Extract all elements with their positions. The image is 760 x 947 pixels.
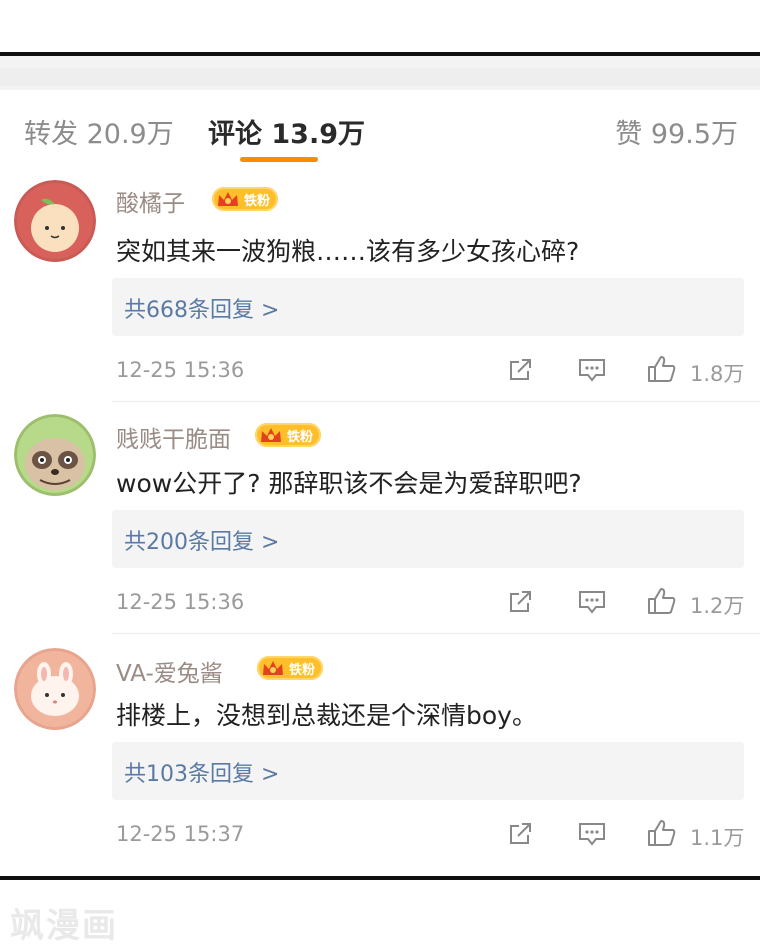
comment-icon[interactable] bbox=[577, 820, 607, 848]
fan-badge: 铁粉 bbox=[255, 423, 321, 447]
header-gray-band bbox=[0, 56, 760, 90]
comment-text: 突如其来一波狗粮……该有多少女孩心碎? bbox=[116, 237, 580, 266]
badge-label: 铁粉 bbox=[289, 663, 316, 678]
comment-item: 贱贱干脆面 铁粉 wow公开了? 那辞职该不会是为爱辞职吧? 共200条回复 >… bbox=[0, 402, 760, 634]
like-icon[interactable] bbox=[646, 354, 678, 384]
comment-time: 12-25 15:36 bbox=[116, 590, 245, 614]
badge-label: 铁粉 bbox=[244, 194, 271, 209]
username[interactable]: VA-爱兔酱 bbox=[116, 654, 223, 688]
crown-icon bbox=[263, 661, 283, 675]
comment-item: VA-爱兔酱 铁粉 排楼上，没想到总裁还是个深情boy。 共103条回复 > 1… bbox=[0, 634, 760, 866]
badge-label: 铁粉 bbox=[287, 430, 314, 445]
replies-label: 共200条回复 > bbox=[124, 530, 280, 555]
replies-link[interactable]: 共668条回复 > bbox=[112, 278, 744, 336]
tab-forward[interactable]: 转发 20.9万 bbox=[24, 112, 174, 151]
raccoon-avatar[interactable] bbox=[14, 414, 96, 496]
comment-icon[interactable] bbox=[577, 356, 607, 384]
panel-top-margin bbox=[0, 0, 760, 52]
share-icon[interactable] bbox=[506, 588, 534, 616]
comment-time: 12-25 15:36 bbox=[116, 358, 245, 382]
fan-badge: 铁粉 bbox=[212, 187, 278, 211]
comment-text: wow公开了? 那辞职该不会是为爱辞职吧? bbox=[116, 469, 582, 498]
like-icon[interactable] bbox=[646, 818, 678, 848]
orange-avatar[interactable] bbox=[14, 180, 96, 262]
replies-link[interactable]: 共103条回复 > bbox=[112, 742, 744, 800]
like-count: 1.1万 bbox=[690, 826, 745, 850]
share-icon[interactable] bbox=[506, 356, 534, 384]
comment-text: 排楼上，没想到总裁还是个深情boy。 bbox=[116, 701, 537, 730]
tab-active-indicator bbox=[240, 157, 318, 162]
like-icon[interactable] bbox=[646, 586, 678, 616]
tab-bar: 转发 20.9万 评论 13.9万 赞 99.5万 bbox=[0, 90, 760, 170]
watermark-logo: 飒漫画 bbox=[10, 906, 118, 946]
share-icon[interactable] bbox=[506, 820, 534, 848]
username[interactable]: 贱贱干脆面 bbox=[116, 420, 231, 454]
replies-label: 共668条回复 > bbox=[124, 298, 280, 323]
crown-icon bbox=[218, 192, 238, 206]
comment-item: 酸橘子 铁粉 突如其来一波狗粮……该有多少女孩心碎? 共668条回复 > 12-… bbox=[0, 170, 760, 402]
tab-likes[interactable]: 赞 99.5万 bbox=[615, 112, 738, 151]
fan-badge: 铁粉 bbox=[257, 656, 323, 680]
like-count: 1.8万 bbox=[690, 362, 745, 386]
tab-comments[interactable]: 评论 13.9万 bbox=[208, 112, 365, 151]
replies-link[interactable]: 共200条回复 > bbox=[112, 510, 744, 568]
like-count: 1.2万 bbox=[690, 594, 745, 618]
replies-label: 共103条回复 > bbox=[124, 762, 280, 787]
rabbit-avatar[interactable] bbox=[14, 648, 96, 730]
comment-icon[interactable] bbox=[577, 588, 607, 616]
username[interactable]: 酸橘子 bbox=[116, 184, 185, 218]
crown-icon bbox=[261, 428, 281, 442]
comment-time: 12-25 15:37 bbox=[116, 822, 245, 846]
